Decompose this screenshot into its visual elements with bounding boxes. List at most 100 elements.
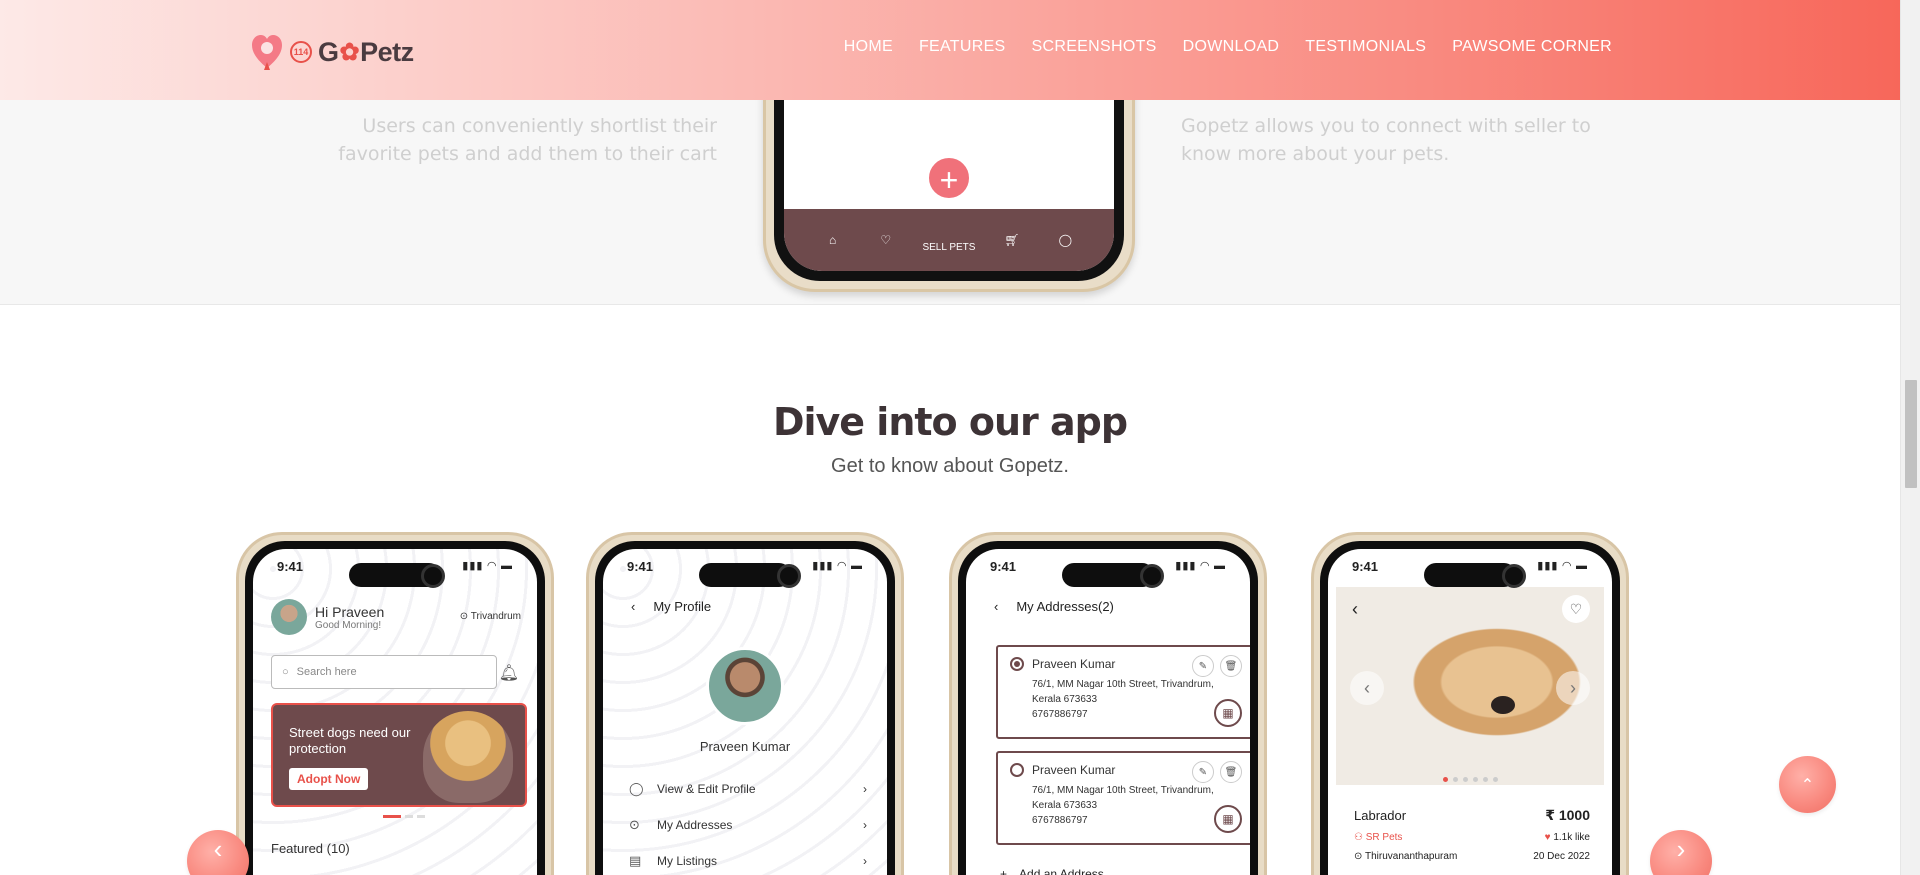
menu-label: My Addresses xyxy=(657,818,733,832)
feature-shortlist-text: Users can conveniently shortlist their f… xyxy=(338,115,717,165)
address-card: Praveen Kumar 76/1, MM Nagar 10th Street… xyxy=(996,751,1250,845)
banner-dots xyxy=(383,815,425,818)
subgreeting-text: Good Morning! xyxy=(315,619,382,631)
profile-header: ‹ My Profile xyxy=(631,599,711,614)
chevron-right-icon: › xyxy=(1556,671,1590,705)
app-tab-bar: ⌂ ♡ SELL PETS 🛒︎ ◯ xyxy=(784,209,1114,271)
add-address-label: Add an Address xyxy=(1019,867,1104,875)
phone-screen: 9:41 ▮▮▮ ◠ ▬ Hi Praveen Good Morning! ⊙ T… xyxy=(253,549,537,875)
seller-name: SR Pets xyxy=(1365,832,1403,843)
cart-icon: 🛒︎ xyxy=(1004,233,1020,247)
favorite-heart-icon: ♡ xyxy=(1562,595,1590,623)
pet-breed: Labrador xyxy=(1354,808,1407,823)
address-line: Kerala 673633 xyxy=(1032,694,1098,705)
location-label: ⊙ Trivandrum xyxy=(460,611,521,622)
dog-nose xyxy=(1491,695,1516,714)
chevron-right-icon: › xyxy=(863,818,867,832)
phone-bezel: 9:41 ▮▮▮ ◠ ▬ ‹ ♡ ‹ › Labrador ₹ 1000 ⚇ SR … xyxy=(1320,541,1620,875)
back-icon: ‹ xyxy=(1352,599,1358,619)
heart-icon: ♡ xyxy=(880,233,892,247)
nav-pawsome-corner[interactable]: PAWSOME CORNER xyxy=(1452,38,1612,56)
sell-pets-label: SELL PETS xyxy=(922,241,976,253)
adopt-banner: Street dogs need our protection Adopt No… xyxy=(271,703,527,807)
nav-testimonials[interactable]: TESTIMONIALS xyxy=(1305,38,1426,56)
nav-features[interactable]: FEATURES xyxy=(919,38,1006,56)
addresses-title: My Addresses(2) xyxy=(1016,599,1114,614)
status-time: 9:41 xyxy=(1352,559,1379,574)
gopetz-logo[interactable]: 114 G ✿ Petz xyxy=(250,30,414,74)
app-search-field: ○ Search here xyxy=(271,655,497,689)
location-text: Trivandrum xyxy=(470,611,521,622)
address-phone: 6767886797 xyxy=(1032,815,1088,826)
location-pin-icon: ⊙ xyxy=(1354,851,1363,862)
status-time: 9:41 xyxy=(627,559,654,574)
logo-wordmark: G ✿ Petz xyxy=(318,37,414,68)
logo-prefix: G xyxy=(318,36,339,67)
signal-icon: ▮▮▮ ◠ ▬ xyxy=(812,560,863,572)
screenshot-phone-pet-detail: 9:41 ▮▮▮ ◠ ▬ ‹ ♡ ‹ › Labrador ₹ 1000 ⚇ SR … xyxy=(1311,532,1629,875)
address-card: Praveen Kumar 76/1, MM Nagar 10th Street… xyxy=(996,645,1250,739)
status-time: 9:41 xyxy=(277,559,304,574)
trash-icon: 🗑︎ xyxy=(1220,761,1242,783)
bell-icon: 🔔︎ xyxy=(498,665,519,682)
addresses-header: ‹ My Addresses(2) xyxy=(994,599,1114,614)
camera-icon xyxy=(1502,564,1526,588)
listing-date: 20 Dec 2022 xyxy=(1533,851,1590,862)
back-to-top-button[interactable]: ⌃ xyxy=(1779,756,1836,813)
address-phone: 6767886797 xyxy=(1032,709,1088,720)
user-icon: ◯ xyxy=(1058,233,1073,247)
heart-pet-logo-icon xyxy=(252,35,282,70)
scrollbar-thumb[interactable] xyxy=(1905,380,1917,488)
menu-row: ▤ My Listings › xyxy=(629,843,867,875)
back-icon: ‹ xyxy=(631,599,636,614)
feature-phone-mockup: ⌂ ♡ SELL PETS 🛒︎ ◯ + xyxy=(763,80,1135,292)
status-time: 9:41 xyxy=(990,559,1017,574)
features-section: Users can conveniently shortlist their f… xyxy=(0,80,1900,305)
chevron-up-icon: ⌃ xyxy=(1800,776,1815,794)
puppy-image xyxy=(423,711,513,803)
nav-screenshots[interactable]: SCREENSHOTS xyxy=(1032,38,1157,56)
like-count: 1.1k like xyxy=(1553,832,1590,843)
address-name: Praveen Kumar xyxy=(1032,657,1116,671)
chevron-right-icon: › xyxy=(863,854,867,868)
avatar xyxy=(271,599,307,635)
building-icon: ▦ xyxy=(1214,699,1242,727)
profile-name: Praveen Kumar xyxy=(699,739,791,754)
home-icon: ⌂ xyxy=(828,233,837,247)
pet-location: Thiruvananthapuram xyxy=(1365,851,1458,862)
main-nav: HOME FEATURES SCREENSHOTS DOWNLOAD TESTI… xyxy=(844,38,1612,56)
user-icon: ◯ xyxy=(629,781,644,796)
paw-icon: ✿ xyxy=(339,38,360,66)
location-pin-icon: ⊙ xyxy=(459,611,469,622)
carousel-next-button[interactable]: › xyxy=(1650,830,1712,875)
photo-dots xyxy=(1328,777,1612,782)
menu-row: ⊙ My Addresses › xyxy=(629,807,867,843)
screenshot-phone-home: 9:41 ▮▮▮ ◠ ▬ Hi Praveen Good Morning! ⊙ T… xyxy=(236,532,554,875)
feature-connect-text: Gopetz allows you to connect with seller… xyxy=(1181,115,1591,165)
section-subtitle: Get to know about Gopetz. xyxy=(831,455,1069,477)
search-placeholder: Search here xyxy=(296,666,357,678)
menu-row: ◯ View & Edit Profile › xyxy=(629,771,867,807)
heart-filled-icon: ♥ xyxy=(1544,832,1551,843)
chevron-right-icon: › xyxy=(1676,833,1686,864)
signal-icon: ▮▮▮ ◠ ▬ xyxy=(462,560,513,572)
chevron-left-icon: ‹ xyxy=(1350,671,1384,705)
address-name: Praveen Kumar xyxy=(1032,763,1116,777)
nav-home[interactable]: HOME xyxy=(844,38,893,56)
nav-download[interactable]: DOWNLOAD xyxy=(1183,38,1280,56)
trash-icon: 🗑︎ xyxy=(1220,655,1242,677)
address-line: Kerala 673633 xyxy=(1032,800,1098,811)
pet-info: Labrador ₹ 1000 ⚇ SR Pets ♥ 1.1k like ⊙ Th… xyxy=(1354,807,1590,870)
pet-price: ₹ 1000 xyxy=(1545,807,1590,823)
banner-text: Street dogs need our protection xyxy=(289,725,411,756)
greeting-text: Hi Praveen xyxy=(315,603,385,620)
phone-bezel: 9:41 ▮▮▮ ◠ ▬ Hi Praveen Good Morning! ⊙ T… xyxy=(245,541,545,875)
radio-unselected-icon xyxy=(1010,763,1024,777)
greeting-block: Hi Praveen Good Morning! xyxy=(271,599,384,635)
phone-bezel: 9:41 ▮▮▮ ◠ ▬ ‹ My Profile Praveen Kumar ◯ V… xyxy=(595,541,895,875)
chevron-left-icon: ‹ xyxy=(213,833,223,864)
phone-bezel: 9:41 ▮▮▮ ◠ ▬ ‹ My Addresses(2) Praveen Kum… xyxy=(958,541,1258,875)
page-scrollbar[interactable] xyxy=(1900,0,1920,875)
radio-selected-icon xyxy=(1010,657,1024,671)
add-address-row: + Add an Address xyxy=(1000,867,1104,875)
